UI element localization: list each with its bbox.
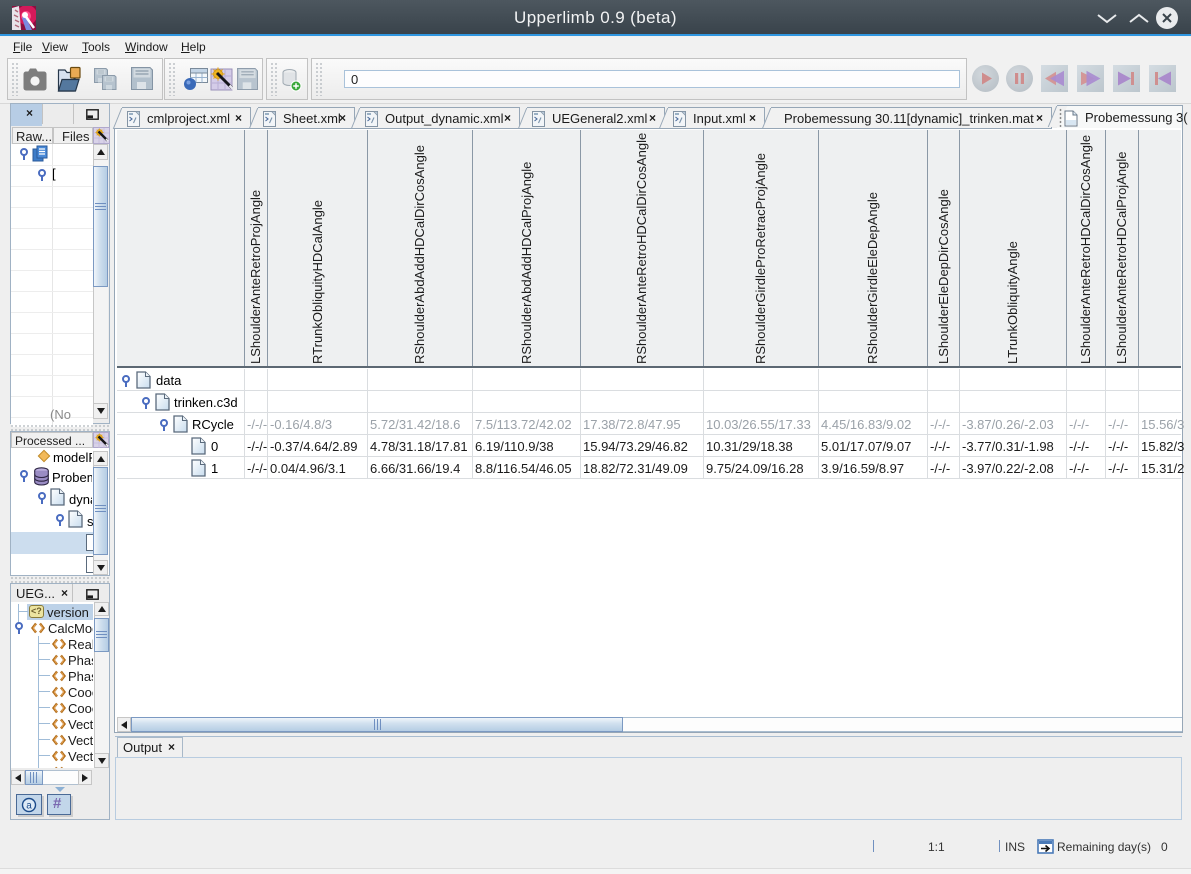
svg-text:a: a [26, 801, 32, 812]
